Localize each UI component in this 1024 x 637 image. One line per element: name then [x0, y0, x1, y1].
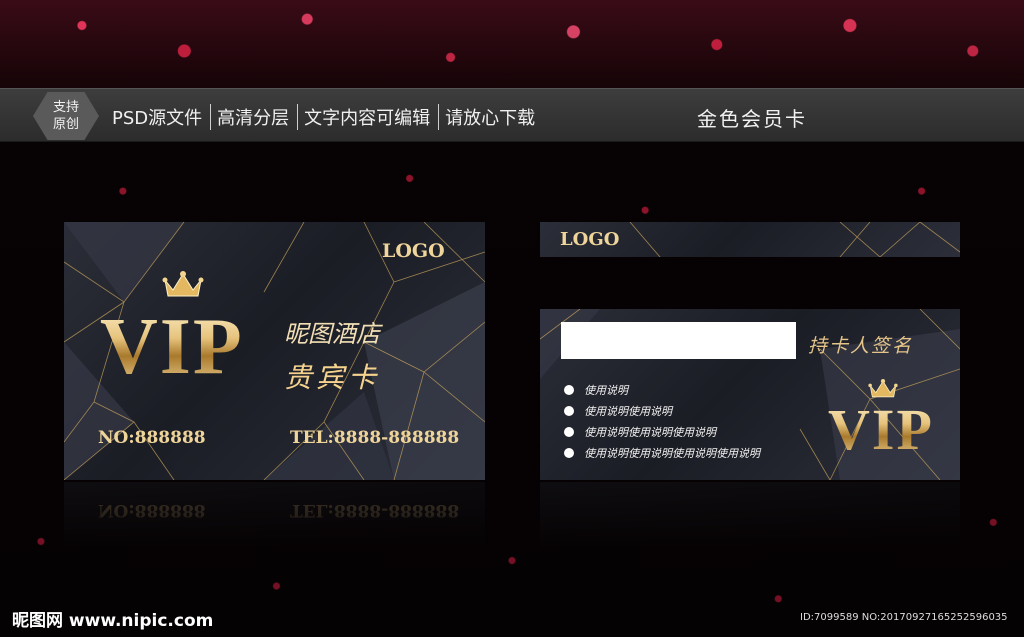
note-text: 使用说明使用说明	[584, 404, 672, 418]
image-id: ID:7099589 NO:20170927165252596035	[800, 612, 1008, 623]
note-text: 使用说明	[584, 383, 628, 397]
bullet-dot-icon	[564, 405, 574, 416]
signature-field[interactable]	[561, 322, 796, 359]
list-item: 使用说明使用说明	[564, 400, 760, 421]
list-item: 使用说明使用说明使用说明使用说明	[564, 442, 760, 463]
original-badge: 支持原创	[33, 92, 99, 140]
feature-item: 文字内容可编辑	[297, 104, 438, 130]
front-card-reflection: NO:888888 TEL:8888-888888	[64, 482, 485, 552]
card-number: NO:888888	[98, 428, 206, 448]
signature-label: 持卡人签名	[808, 335, 914, 357]
feature-item: 请放心下载	[438, 104, 543, 130]
bullet-dot-icon	[564, 426, 574, 437]
info-banner: 支持原创 PSD源文件 高清分层 文字内容可编辑 请放心下载 金色会员卡	[0, 88, 1024, 142]
watermark: 昵图网 www.nipic.com	[12, 611, 214, 631]
vip-title: VIP	[828, 397, 934, 462]
back-card-header: LOGO	[540, 222, 960, 257]
bullet-dot-icon	[564, 384, 574, 395]
feature-list: PSD源文件 高清分层 文字内容可编辑 请放心下载	[112, 104, 543, 130]
front-logo: LOGO	[382, 240, 445, 262]
card-phone: TEL:8888-888888	[290, 428, 460, 448]
hotel-name: 昵图酒店	[284, 320, 380, 348]
list-item: 使用说明	[564, 379, 760, 400]
back-card-reflection	[540, 482, 960, 552]
feature-item: PSD源文件	[112, 108, 203, 129]
back-card: 持卡人签名 使用说明 使用说明使用说明 使用说明使用说明使用说明 使用说明使用说…	[540, 309, 960, 480]
card-type: 贵宾卡	[284, 361, 381, 394]
reflected-number: NO:888888	[98, 500, 206, 520]
front-card: LOGO VIP 昵图酒店 贵宾卡 NO:888888 TEL:8888-888…	[64, 222, 485, 480]
banner-title: 金色会员卡	[697, 107, 807, 131]
crown-icon	[162, 271, 204, 297]
note-text: 使用说明使用说明使用说明使用说明	[584, 446, 760, 460]
usage-notes: 使用说明 使用说明使用说明 使用说明使用说明使用说明 使用说明使用说明使用说明使…	[564, 379, 760, 463]
reflected-phone: TEL:8888-888888	[290, 500, 460, 520]
bullet-dot-icon	[564, 447, 574, 458]
list-item: 使用说明使用说明使用说明	[564, 421, 760, 442]
back-logo: LOGO	[560, 229, 620, 250]
note-text: 使用说明使用说明使用说明	[584, 425, 716, 439]
feature-item: 高清分层	[210, 104, 297, 130]
vip-title: VIP	[100, 303, 244, 391]
